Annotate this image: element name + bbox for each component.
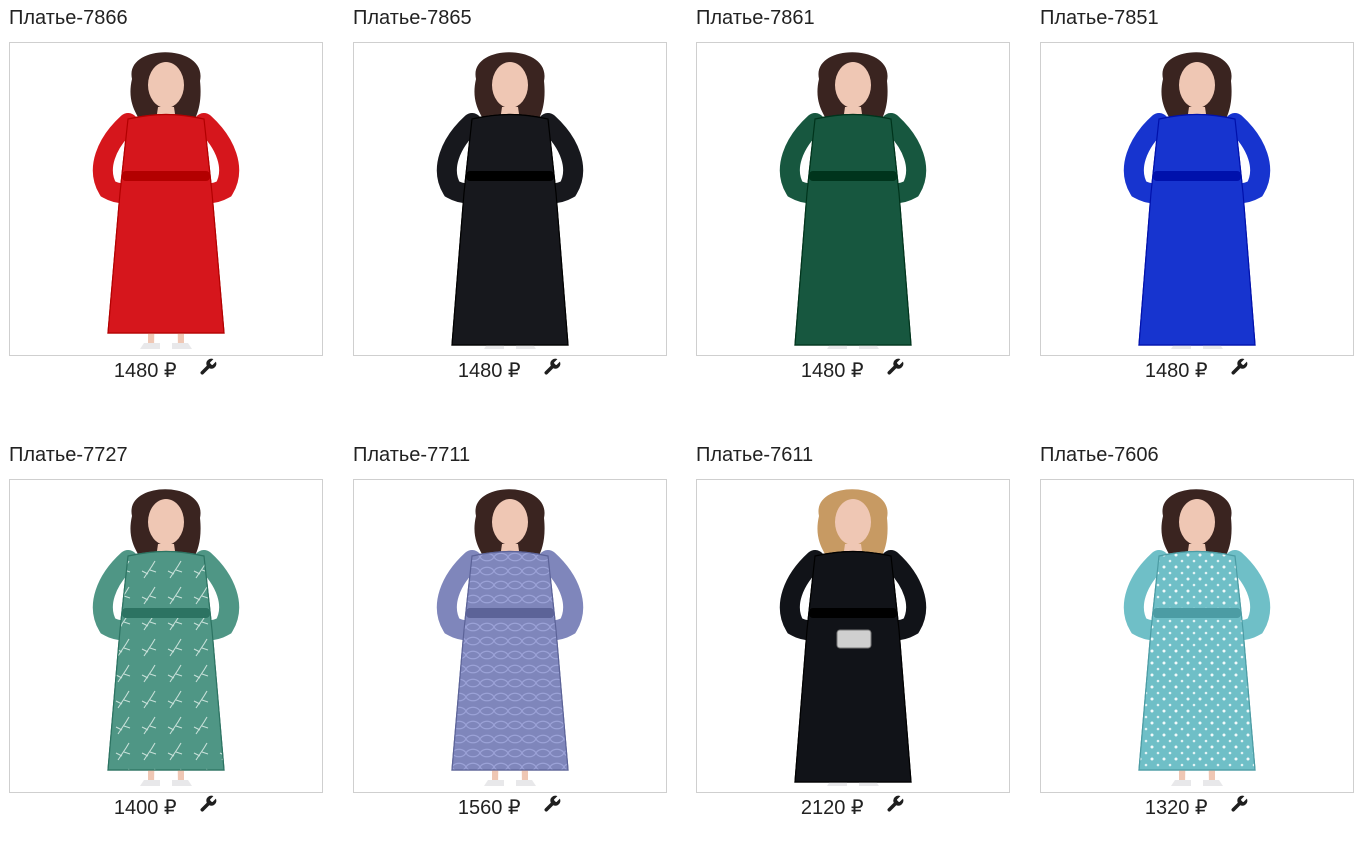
product-title[interactable]: Платье-7851 xyxy=(1040,6,1159,30)
wrench-icon[interactable] xyxy=(198,794,218,814)
product-image[interactable] xyxy=(696,42,1010,356)
dress-photo xyxy=(697,480,1009,792)
product-footer: 1320 ₽ xyxy=(1040,794,1354,822)
dress-photo xyxy=(1041,480,1353,792)
product-price: 1480 ₽ xyxy=(1144,359,1208,382)
dress-figure xyxy=(10,480,322,792)
product-price: 2120 ₽ xyxy=(800,796,864,819)
product-card: Платье-7866 1480 ₽ xyxy=(9,0,325,430)
wrench-icon[interactable] xyxy=(1229,794,1249,814)
dress-photo xyxy=(10,43,322,355)
wrench-icon[interactable] xyxy=(542,357,562,377)
product-image[interactable] xyxy=(1040,479,1354,793)
wrench-icon[interactable] xyxy=(542,794,562,814)
product-price: 1560 ₽ xyxy=(457,796,521,819)
product-title[interactable]: Платье-7861 xyxy=(696,6,815,30)
product-card: Платье-7861 1480 ₽ xyxy=(696,0,1012,430)
product-image[interactable] xyxy=(696,479,1010,793)
product-footer: 1480 ₽ xyxy=(353,357,667,385)
product-footer: 2120 ₽ xyxy=(696,794,1010,822)
dress-photo xyxy=(1041,43,1353,355)
product-footer: 1480 ₽ xyxy=(696,357,1010,385)
dress-figure xyxy=(354,43,666,355)
product-card: Платье-7851 1480 ₽ xyxy=(1040,0,1356,430)
dress-figure xyxy=(1041,43,1353,355)
product-price: 1480 ₽ xyxy=(800,359,864,382)
dress-photo xyxy=(354,43,666,355)
product-card: Платье-7611 2120 ₽ xyxy=(696,437,1012,867)
dress-figure xyxy=(697,43,1009,355)
product-title[interactable]: Платье-7611 xyxy=(696,443,813,467)
dress-figure xyxy=(1041,480,1353,792)
wrench-icon[interactable] xyxy=(885,357,905,377)
product-title[interactable]: Платье-7865 xyxy=(353,6,472,30)
wrench-icon[interactable] xyxy=(198,357,218,377)
product-grid: Платье-7866 1480 ₽ Платье-7865 1480 ₽ Пл… xyxy=(0,0,1372,839)
product-price: 1480 ₽ xyxy=(113,359,177,382)
product-image[interactable] xyxy=(353,42,667,356)
wrench-icon[interactable] xyxy=(1229,357,1249,377)
product-title[interactable]: Платье-7606 xyxy=(1040,443,1159,467)
wrench-icon[interactable] xyxy=(885,794,905,814)
product-card: Платье-7865 1480 ₽ xyxy=(353,0,669,430)
product-price: 1320 ₽ xyxy=(1144,796,1208,819)
dress-figure xyxy=(10,43,322,355)
product-footer: 1480 ₽ xyxy=(1040,357,1354,385)
product-price: 1400 ₽ xyxy=(113,796,177,819)
product-card: Платье-7727 1400 ₽ xyxy=(9,437,325,867)
product-footer: 1480 ₽ xyxy=(9,357,323,385)
dress-photo xyxy=(10,480,322,792)
dress-figure xyxy=(354,480,666,792)
product-image[interactable] xyxy=(9,479,323,793)
product-price: 1480 ₽ xyxy=(457,359,521,382)
product-image[interactable] xyxy=(353,479,667,793)
product-card: Платье-7606 1320 ₽ xyxy=(1040,437,1356,867)
dress-figure xyxy=(697,480,1009,792)
product-title[interactable]: Платье-7711 xyxy=(353,443,470,467)
dress-photo xyxy=(697,43,1009,355)
product-title[interactable]: Платье-7866 xyxy=(9,6,128,30)
product-card: Платье-7711 1560 ₽ xyxy=(353,437,669,867)
dress-photo xyxy=(354,480,666,792)
product-footer: 1560 ₽ xyxy=(353,794,667,822)
product-image[interactable] xyxy=(9,42,323,356)
product-image[interactable] xyxy=(1040,42,1354,356)
product-footer: 1400 ₽ xyxy=(9,794,323,822)
product-title[interactable]: Платье-7727 xyxy=(9,443,128,467)
